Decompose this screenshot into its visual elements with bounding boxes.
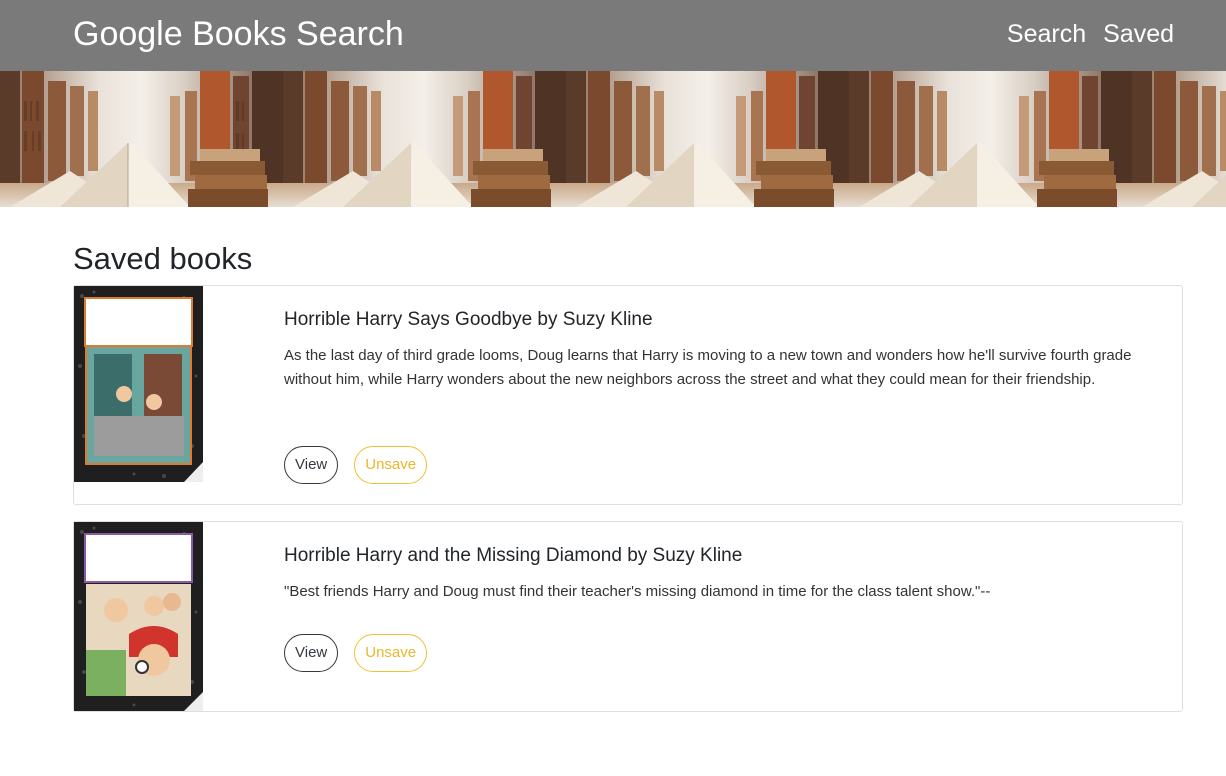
page-title: Saved books bbox=[73, 241, 253, 276]
nav-link-search[interactable]: Search bbox=[1007, 17, 1086, 51]
library-banner-image bbox=[849, 71, 1132, 207]
library-banner-image bbox=[566, 71, 849, 207]
view-button[interactable]: View bbox=[284, 446, 339, 484]
brand-title[interactable]: Google Books Search bbox=[73, 12, 404, 56]
book-actions: View Unsave bbox=[284, 634, 428, 672]
nav-link-saved[interactable]: Saved bbox=[1103, 17, 1174, 51]
book-card: Horrible Harry and the Missing Diamond b… bbox=[73, 521, 1183, 712]
book-card: Horrible Harry Says Goodbye by Suzy Klin… bbox=[73, 285, 1183, 505]
book-details: Horrible Harry and the Missing Diamond b… bbox=[284, 544, 1152, 604]
unsave-button[interactable]: Unsave bbox=[354, 446, 428, 484]
book-description: As the last day of third grade looms, Do… bbox=[284, 347, 1132, 388]
library-banner-image bbox=[283, 71, 566, 207]
saved-book-list: Horrible Harry Says Goodbye by Suzy Klin… bbox=[73, 285, 1183, 712]
book-details: Horrible Harry Says Goodbye by Suzy Klin… bbox=[284, 308, 1152, 392]
hero-banner bbox=[0, 71, 1226, 207]
unsave-button[interactable]: Unsave bbox=[354, 634, 428, 672]
book-description: "Best friends Harry and Doug must find t… bbox=[284, 583, 991, 600]
view-button[interactable]: View bbox=[284, 634, 339, 672]
book-title: Horrible Harry and the Missing Diamond b… bbox=[284, 545, 743, 566]
navbar: Google Books Search Search Saved bbox=[0, 0, 1226, 71]
book-title: Horrible Harry Says Goodbye by Suzy Klin… bbox=[284, 309, 653, 330]
book-cover-image bbox=[74, 522, 203, 711]
library-banner-image bbox=[0, 71, 283, 207]
library-banner-image bbox=[1132, 71, 1226, 207]
book-cover-image bbox=[74, 286, 203, 482]
nav-links: Search Saved bbox=[1007, 17, 1174, 51]
book-actions: View Unsave bbox=[284, 446, 428, 484]
